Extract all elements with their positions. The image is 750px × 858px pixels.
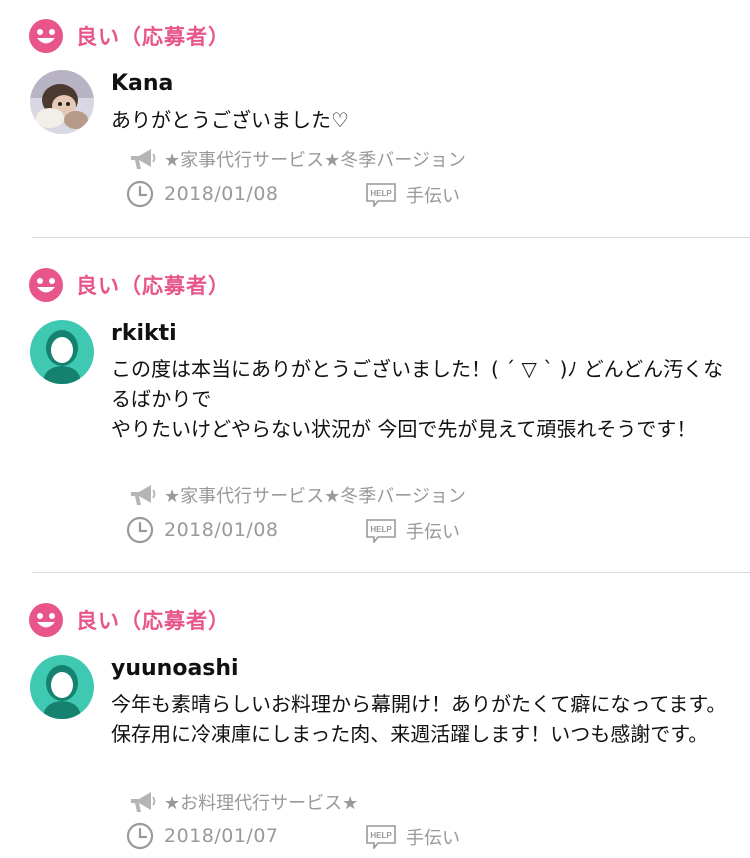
avatar[interactable] bbox=[30, 655, 94, 719]
smiley-face-icon bbox=[28, 18, 64, 54]
rating-label: 良い（応募者） bbox=[76, 25, 230, 49]
review-date: 2018/01/08 bbox=[164, 183, 279, 205]
category-label: 手伝い bbox=[406, 186, 460, 207]
help-tag-text: HELP bbox=[370, 831, 392, 840]
review-item: 良い（応募者） Kana ありがとうございました♡ ★家事代行サービス★冬季バー… bbox=[0, 0, 750, 238]
clock-icon bbox=[126, 180, 154, 208]
service-row[interactable]: ★家事代行サービス★冬季バージョン bbox=[128, 145, 466, 173]
megaphone-icon bbox=[128, 482, 156, 508]
megaphone-icon bbox=[128, 146, 156, 172]
avatar[interactable] bbox=[30, 320, 94, 384]
category-row: HELP 手伝い bbox=[366, 822, 460, 852]
date-row: 2018/01/08 bbox=[126, 515, 279, 545]
user-default-icon bbox=[30, 320, 94, 384]
clock-icon bbox=[126, 822, 154, 850]
rating-label: 良い（応募者） bbox=[76, 609, 230, 633]
rating-label: 良い（応募者） bbox=[76, 274, 230, 298]
service-name[interactable]: ★家事代行サービス★冬季バージョン bbox=[164, 146, 466, 172]
help-tag-icon: HELP bbox=[366, 519, 396, 543]
review-comment: この度は本当にありがとうございました！( ´ ▽ ` )ﾉ どんどん汚くなるばか… bbox=[111, 357, 724, 441]
category-label: 手伝い bbox=[406, 522, 460, 543]
username[interactable]: yuunoashi bbox=[111, 656, 239, 681]
avatar[interactable] bbox=[30, 70, 94, 134]
service-name[interactable]: ★家事代行サービス★冬季バージョン bbox=[164, 482, 466, 508]
rating-row: 良い（応募者） bbox=[28, 602, 230, 638]
megaphone-icon bbox=[128, 789, 156, 815]
help-tag-text: HELP bbox=[370, 525, 392, 534]
help-tag-text: HELP bbox=[370, 189, 392, 198]
service-row[interactable]: ★お料理代行サービス★ bbox=[128, 788, 358, 816]
rating-row: 良い（応募者） bbox=[28, 18, 230, 54]
review-item: 良い（応募者） yuunoashi 今年も素晴らしいお料理から幕開け！ありがたく… bbox=[0, 573, 750, 858]
rating-row: 良い（応募者） bbox=[28, 267, 230, 303]
help-tag-icon: HELP bbox=[366, 825, 396, 849]
user-photo-icon bbox=[30, 70, 94, 134]
review-item: 良い（応募者） rkikti この度は本当にありがとうございました！( ´ ▽ … bbox=[0, 238, 750, 573]
review-date: 2018/01/07 bbox=[164, 825, 279, 847]
review-comment: 今年も素晴らしいお料理から幕開け！ありがたくて癖になってます。保存用に冷凍庫にし… bbox=[111, 692, 727, 746]
username[interactable]: Kana bbox=[111, 71, 173, 96]
review-date: 2018/01/08 bbox=[164, 519, 279, 541]
date-row: 2018/01/08 bbox=[126, 179, 279, 209]
smiley-face-icon bbox=[28, 602, 64, 638]
clock-icon bbox=[126, 516, 154, 544]
username[interactable]: rkikti bbox=[111, 321, 177, 346]
category-label: 手伝い bbox=[406, 828, 460, 849]
date-row: 2018/01/07 bbox=[126, 821, 279, 851]
smiley-face-icon bbox=[28, 267, 64, 303]
review-comment: ありがとうございました♡ bbox=[111, 108, 349, 132]
service-row[interactable]: ★家事代行サービス★冬季バージョン bbox=[128, 481, 466, 509]
category-row: HELP 手伝い bbox=[366, 180, 460, 210]
help-tag-icon: HELP bbox=[366, 183, 396, 207]
service-name[interactable]: ★お料理代行サービス★ bbox=[164, 789, 358, 815]
category-row: HELP 手伝い bbox=[366, 516, 460, 546]
user-default-icon bbox=[30, 655, 94, 719]
